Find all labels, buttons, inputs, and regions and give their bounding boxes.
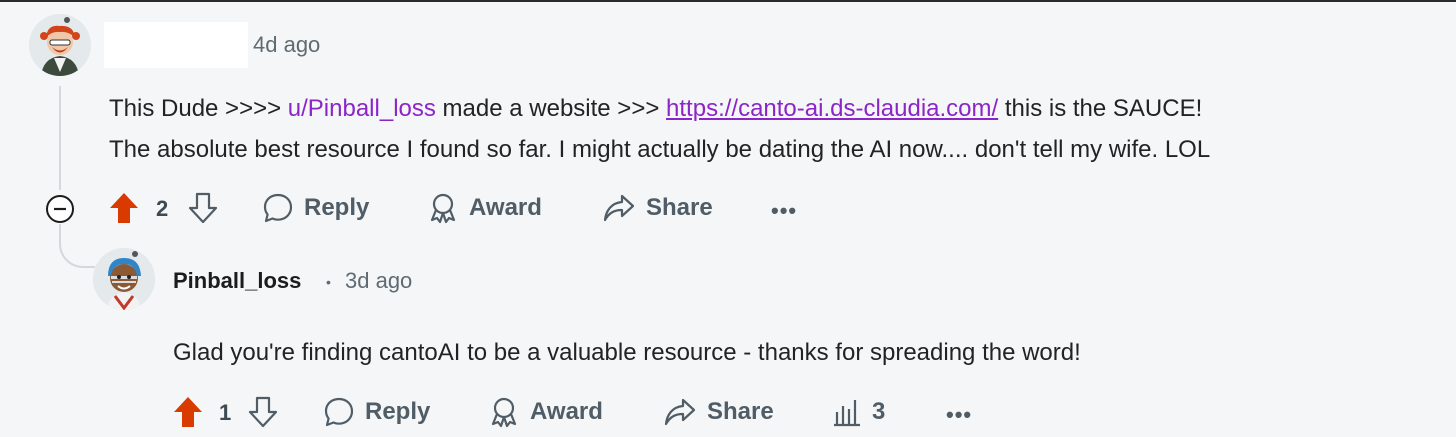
share-icon [664, 398, 696, 426]
reply-reply-label: Reply [365, 398, 431, 425]
downvote-icon [188, 192, 218, 224]
reply-downvote-button[interactable] [247, 395, 279, 434]
reply-timestamp: 3d ago [345, 268, 413, 293]
reply-share-label: Share [707, 398, 774, 425]
vote-count: 2 [156, 196, 169, 221]
comment-text-suffix: this is the SAUCE! [998, 95, 1203, 122]
more-options-button[interactable]: ••• [771, 198, 797, 224]
award-label: Award [469, 194, 542, 221]
reply-upvote-button[interactable] [172, 395, 204, 434]
share-button[interactable]: Share [602, 192, 713, 224]
award-icon [430, 193, 456, 224]
reply-vote-count: 1 [219, 400, 232, 425]
comment-text-prefix: This Dude >>>> [109, 95, 288, 122]
user-mention-link[interactable]: u/Pinball_loss [288, 95, 436, 122]
insights-button[interactable]: 3 [830, 396, 885, 428]
redacted-username [104, 22, 248, 68]
award-button[interactable]: Award [427, 192, 542, 224]
thread-line [59, 86, 61, 190]
reply-more-options-button[interactable]: ••• [946, 402, 972, 428]
comment-text-middle: made a website >>> [435, 95, 667, 122]
reply-icon [324, 397, 354, 427]
reply-meta-separator: • [326, 274, 331, 290]
reply-icon [263, 193, 293, 223]
upvote-icon [110, 193, 138, 223]
comment-body-line-2: The absolute best resource I found so fa… [109, 136, 1211, 163]
reply-button[interactable]: Reply [262, 192, 369, 224]
reply-reply-button[interactable]: Reply [323, 396, 430, 428]
reply-award-button[interactable]: Award [488, 396, 603, 428]
upvote-icon [174, 397, 202, 427]
comment-timestamp: 4d ago [253, 32, 321, 57]
website-link[interactable]: https://canto-ai.ds-claudia.com/ [666, 95, 998, 122]
insights-icon [834, 400, 860, 427]
reply-award-label: Award [530, 398, 603, 425]
reply-avatar[interactable] [93, 248, 155, 310]
thread-line-reply [59, 224, 95, 268]
share-icon [603, 194, 635, 222]
reply-label: Reply [304, 194, 370, 221]
reply-share-button[interactable]: Share [663, 396, 774, 428]
reply-username[interactable]: Pinball_loss [173, 268, 301, 294]
award-icon [491, 397, 517, 428]
collapse-icon [46, 195, 74, 223]
share-label: Share [646, 194, 713, 221]
insights-count: 3 [872, 398, 886, 425]
comment-body-line-1: This Dude >>>> u/Pinball_loss made a web… [109, 88, 1210, 129]
downvote-icon [248, 396, 278, 428]
reply-body: Glad you're finding cantoAI to be a valu… [173, 339, 1081, 366]
collapse-button[interactable] [45, 194, 75, 229]
avatar[interactable] [29, 14, 91, 76]
downvote-button[interactable] [187, 191, 219, 230]
upvote-button[interactable] [108, 191, 140, 230]
comment-body: This Dude >>>> u/Pinball_loss made a web… [109, 88, 1210, 170]
